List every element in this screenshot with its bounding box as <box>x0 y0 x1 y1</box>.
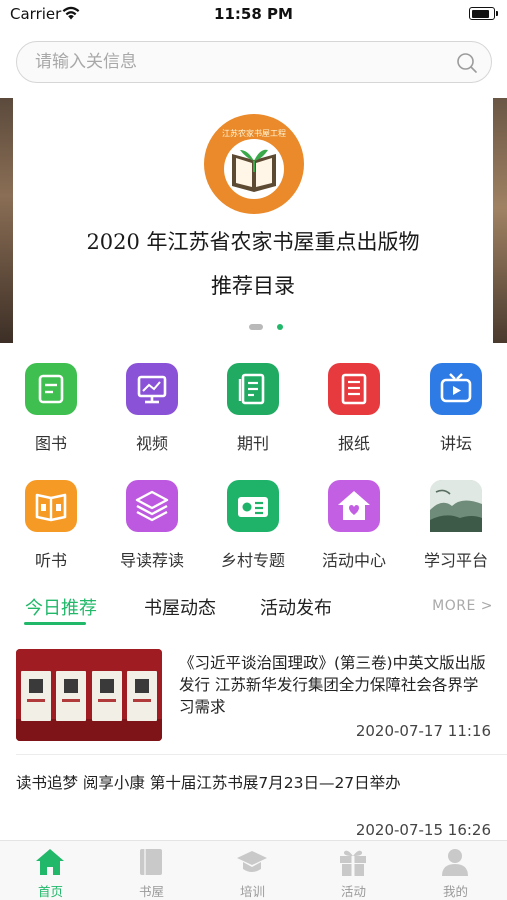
nav-label: 首页 <box>37 884 63 899</box>
nav-label: 书屋 <box>138 884 164 899</box>
nav-label: 培训 <box>239 884 265 899</box>
news-title: 《习近平谈治国理政》(第三卷)中英文版出版发行 江苏新华发行集团全力保障社会各界… <box>179 654 486 716</box>
video-icon[interactable] <box>126 363 178 415</box>
nav-label: 我的 <box>442 884 468 899</box>
banner-headline: 2020 年江苏省农家书屋重点出版物 <box>86 230 420 254</box>
more-link[interactable]: MORE > <box>432 598 493 614</box>
category-row-1: 图书 视频 期刊 报纸 讲坛 <box>0 360 507 470</box>
category-learning-platform[interactable]: 学习平台 <box>405 477 507 587</box>
banner-carousel[interactable]: 江苏农家书屋工程 2020 年江苏省农家书屋重点出版物 推荐目录 <box>0 98 507 343</box>
user-icon <box>442 849 468 876</box>
landscape-icon[interactable] <box>430 480 482 532</box>
nav-training[interactable]: 培训 <box>202 841 303 900</box>
home-icon[interactable] <box>328 480 380 532</box>
book-icon <box>140 849 162 875</box>
news-thumbnail <box>16 649 162 741</box>
radio-icon[interactable] <box>227 480 279 532</box>
news-date: 2020-07-15 16:26 <box>355 821 491 839</box>
nav-activities[interactable]: 活动 <box>303 841 404 900</box>
bottom-tab-bar: 首页 书屋 培训 活动 我的 <box>0 840 507 900</box>
banner-subheadline: 推荐目录 <box>211 274 295 298</box>
search-input[interactable] <box>35 42 455 82</box>
category-label: 讲坛 <box>439 434 472 453</box>
active-tab-indicator <box>24 622 86 625</box>
carousel-dot-2-active[interactable] <box>277 324 283 330</box>
book-icon[interactable] <box>25 363 77 415</box>
search-icon[interactable] <box>456 52 478 74</box>
news-date: 2020-07-17 11:16 <box>355 722 491 740</box>
category-audiobooks[interactable]: 听书 <box>0 477 102 587</box>
news-item[interactable]: 《习近平谈治国理政》(第三卷)中英文版出版发行 江苏新华发行集团全力保障社会各界… <box>0 640 507 752</box>
news-item[interactable]: 读书追梦 阅享小康 第十届江苏书展7月23日—27日举办 2020-07-15 … <box>0 755 507 840</box>
journal-icon[interactable] <box>227 363 279 415</box>
tab-library-news[interactable]: 书屋动态 <box>144 594 216 620</box>
carousel-dot-1[interactable] <box>249 324 263 330</box>
battery-icon <box>469 7 498 20</box>
search-bar[interactable] <box>16 41 492 83</box>
nav-library[interactable]: 书屋 <box>101 841 202 900</box>
category-journals[interactable]: 期刊 <box>202 360 304 470</box>
banner-slide[interactable]: 江苏农家书屋工程 2020 年江苏省农家书屋重点出版物 推荐目录 <box>13 98 493 343</box>
banner-prev-slide-peek <box>0 98 13 343</box>
newspaper-icon[interactable] <box>328 363 380 415</box>
tv-icon[interactable] <box>430 363 482 415</box>
audiobook-icon[interactable] <box>25 480 77 532</box>
gift-icon <box>340 850 366 876</box>
category-books[interactable]: 图书 <box>0 360 102 470</box>
category-lectures[interactable]: 讲坛 <box>405 360 507 470</box>
status-bar: Carrier 11:58 PM <box>0 0 507 30</box>
tab-event-announcements[interactable]: 活动发布 <box>260 594 332 620</box>
clock: 11:58 PM <box>214 5 293 23</box>
category-row-2: 听书 导读荐读 乡村专题 活动中心 学习平台 <box>0 477 507 587</box>
tab-today-recommend[interactable]: 今日推荐 <box>25 594 97 620</box>
category-rural-topics[interactable]: 乡村专题 <box>202 477 304 587</box>
logo-lettering: 江苏农家书屋工程 <box>222 128 286 138</box>
news-tabs: 今日推荐 书屋动态 活动发布 MORE > <box>0 590 507 630</box>
category-label: 学习平台 <box>423 551 488 570</box>
layers-icon[interactable] <box>126 480 178 532</box>
nav-profile[interactable]: 我的 <box>405 841 506 900</box>
news-title: 读书追梦 阅享小康 第十届江苏书展7月23日—27日举办 <box>16 774 401 792</box>
category-video[interactable]: 视频 <box>101 360 203 470</box>
category-reading-guide[interactable]: 导读荐读 <box>101 477 203 587</box>
battery-level <box>471 9 489 18</box>
category-newspapers[interactable]: 报纸 <box>303 360 405 470</box>
home-icon <box>36 849 64 875</box>
category-activity-center[interactable]: 活动中心 <box>303 477 405 587</box>
graduation-cap-icon <box>237 851 267 872</box>
nongjia-shuwu-logo: 江苏农家书屋工程 <box>204 114 304 214</box>
banner-next-slide-peek <box>493 98 507 343</box>
nav-home[interactable]: 首页 <box>0 841 101 900</box>
nav-label: 活动 <box>340 884 366 899</box>
